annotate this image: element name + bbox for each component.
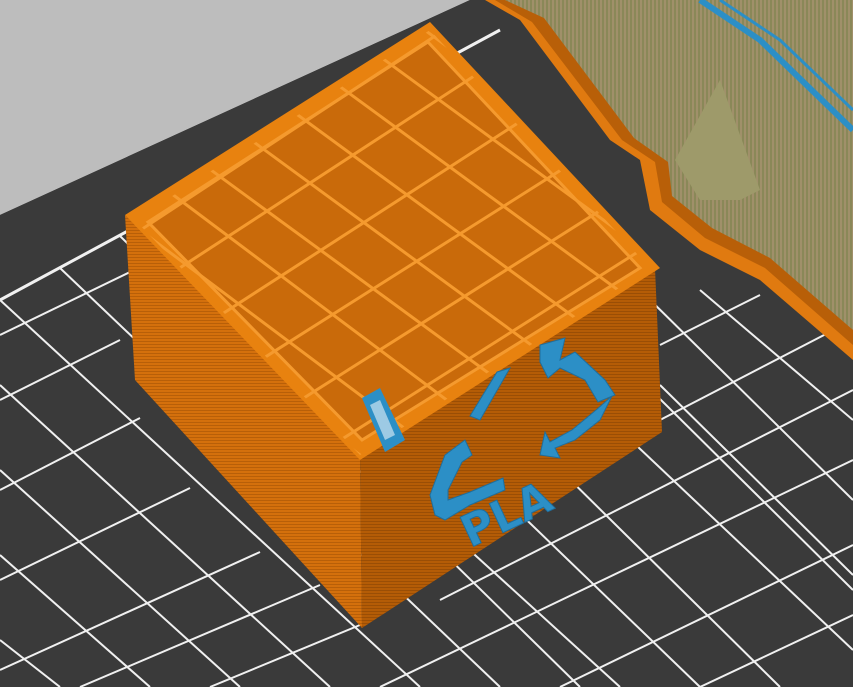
slicer-3d-viewport[interactable]: PLA bbox=[0, 0, 853, 687]
